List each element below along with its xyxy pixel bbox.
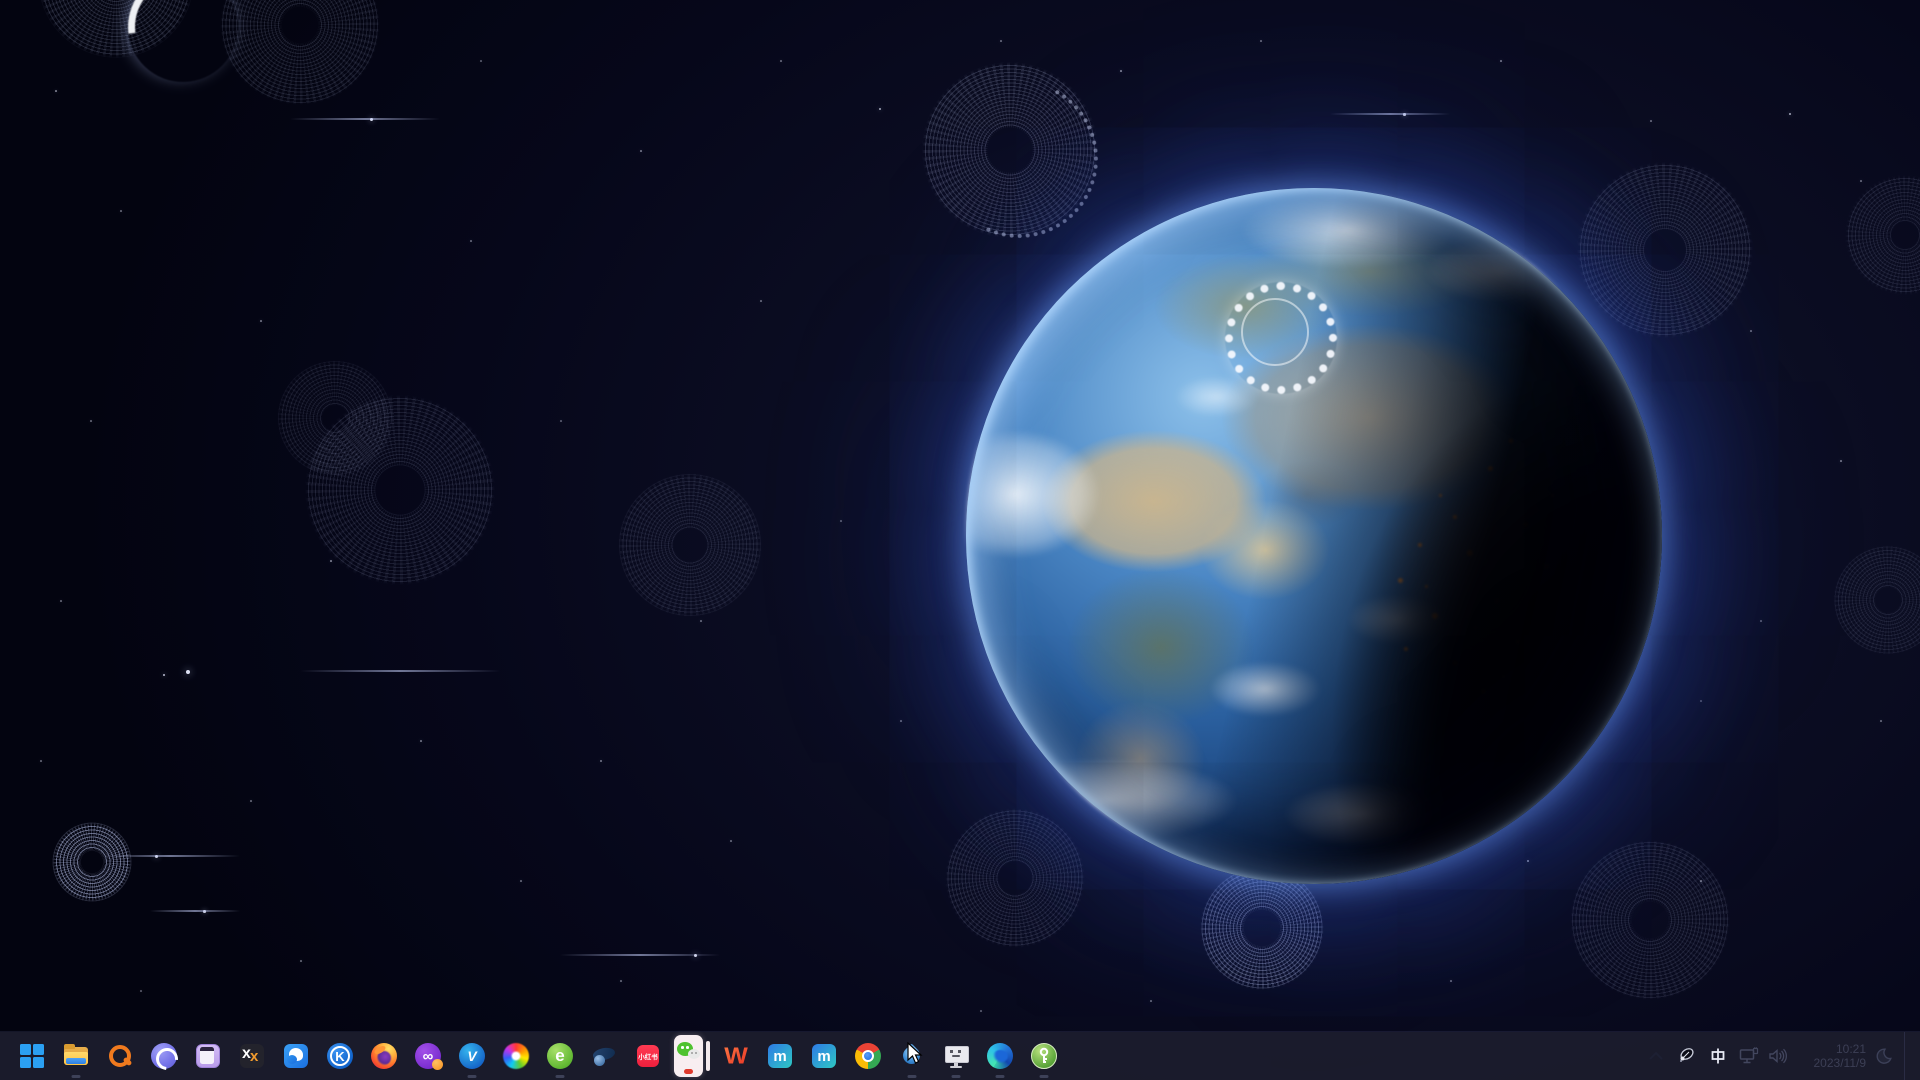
running-indicator: [556, 1075, 565, 1078]
maxthon-2-button[interactable]: m: [802, 1032, 846, 1080]
purple-ring-app-button[interactable]: [142, 1032, 186, 1080]
taskbar: x x K ∞: [0, 1032, 1920, 1080]
x-app-button[interactable]: x x: [230, 1032, 274, 1080]
search-button[interactable]: [98, 1032, 142, 1080]
moon-icon: [1875, 1047, 1893, 1065]
m-glyph: m: [768, 1044, 792, 1068]
color-wheel-app-button[interactable]: [494, 1032, 538, 1080]
wechat-bubbles-icon: [674, 1035, 710, 1077]
maxthon-1-button[interactable]: m: [758, 1032, 802, 1080]
tray-time: 10:21: [1836, 1042, 1866, 1056]
k-glyph: K: [327, 1043, 353, 1069]
wechat-small-bubble: [688, 1049, 700, 1059]
ethernet-icon: [1739, 1047, 1759, 1065]
running-indicator: [908, 1075, 917, 1078]
edge-button[interactable]: [978, 1032, 1022, 1080]
wechat-notification-dot: [684, 1069, 693, 1074]
hidden-icons-button[interactable]: [1642, 1036, 1670, 1076]
chrome-icon: [855, 1043, 881, 1069]
green-key-icon: [1031, 1043, 1057, 1069]
color-wheel-icon: [503, 1043, 529, 1069]
desktop: x x K ∞: [0, 0, 1920, 1080]
monitor-face-icon: [943, 1043, 969, 1069]
edge-icon: [987, 1043, 1013, 1069]
running-indicator: [72, 1075, 81, 1078]
running-indicator: [952, 1075, 961, 1078]
browser-360-button[interactable]: e: [538, 1032, 582, 1080]
k-circle-icon: K: [327, 1043, 353, 1069]
x-orange-glyph: x: [250, 1048, 258, 1065]
eagle-icon: [283, 1043, 309, 1069]
mouse-cursor: [906, 1042, 926, 1066]
purple-ring-icon: [151, 1043, 177, 1069]
speaker-icon: [1769, 1048, 1788, 1064]
maxthon-m-icon: m: [767, 1043, 793, 1069]
chrome-button[interactable]: [846, 1032, 890, 1080]
e-glyph: e: [547, 1043, 573, 1069]
running-indicator: [996, 1075, 1005, 1078]
satellite-dish-icon: [1676, 1046, 1696, 1066]
satellite-tray-button[interactable]: [1670, 1036, 1702, 1076]
xiaohongshu-label: 小红书: [638, 1051, 658, 1061]
wps-w-icon: W: [723, 1043, 749, 1069]
maxthon-m-icon: m: [811, 1043, 837, 1069]
show-desktop-strip[interactable]: [1904, 1032, 1910, 1080]
wps-glyph: W: [723, 1044, 749, 1068]
magnifier-icon: [107, 1043, 133, 1069]
focus-assist-button[interactable]: [1870, 1036, 1898, 1076]
chevron-up-icon: [1649, 1052, 1663, 1060]
firefox-button[interactable]: [362, 1032, 406, 1080]
wechat-side-pill: [706, 1041, 710, 1071]
monitor-app-button[interactable]: [934, 1032, 978, 1080]
double-x-icon: x x: [239, 1043, 265, 1069]
k-app-button[interactable]: K: [318, 1032, 362, 1080]
red-square-icon: 小红书: [635, 1043, 661, 1069]
v-circle-icon: V: [459, 1043, 485, 1069]
ime-indicator[interactable]: [1702, 1036, 1734, 1076]
v-app-button[interactable]: V: [450, 1032, 494, 1080]
eagle-app-button[interactable]: [274, 1032, 318, 1080]
clock[interactable]: 10:21 2023/11/9: [1796, 1042, 1866, 1070]
green-e-icon: e: [547, 1043, 573, 1069]
purple-box-app-button[interactable]: [186, 1032, 230, 1080]
wps-office-button[interactable]: W: [714, 1032, 758, 1080]
system-tray: 10:21 2023/11/9: [1642, 1032, 1920, 1080]
tencent-meeting-button[interactable]: [582, 1032, 626, 1080]
infinity-app-button[interactable]: ∞: [406, 1032, 450, 1080]
v-glyph: V: [459, 1043, 485, 1069]
keepass-button[interactable]: [1022, 1032, 1066, 1080]
windows-logo-icon: [19, 1043, 45, 1069]
wechat-button[interactable]: [670, 1032, 714, 1080]
folder-icon: [63, 1043, 89, 1069]
firefox-icon: [371, 1043, 397, 1069]
running-indicator: [1040, 1075, 1049, 1078]
infinity-icon: ∞: [415, 1043, 441, 1069]
purple-box-icon: [195, 1043, 221, 1069]
m-glyph: m: [812, 1044, 836, 1068]
volume-tray-button[interactable]: [1764, 1036, 1792, 1076]
start-button[interactable]: [10, 1032, 54, 1080]
tray-date: 2023/11/9: [1814, 1056, 1867, 1070]
xiaohongshu-button[interactable]: 小红书: [626, 1032, 670, 1080]
file-explorer-button[interactable]: [54, 1032, 98, 1080]
blue-swoosh-icon: [591, 1043, 617, 1069]
ime-zhong-icon: [1709, 1047, 1727, 1065]
running-indicator: [468, 1075, 477, 1078]
infinity-badge: [432, 1059, 443, 1070]
wallpaper-bright-ring-inner: [1241, 298, 1309, 366]
network-tray-button[interactable]: [1734, 1036, 1764, 1076]
